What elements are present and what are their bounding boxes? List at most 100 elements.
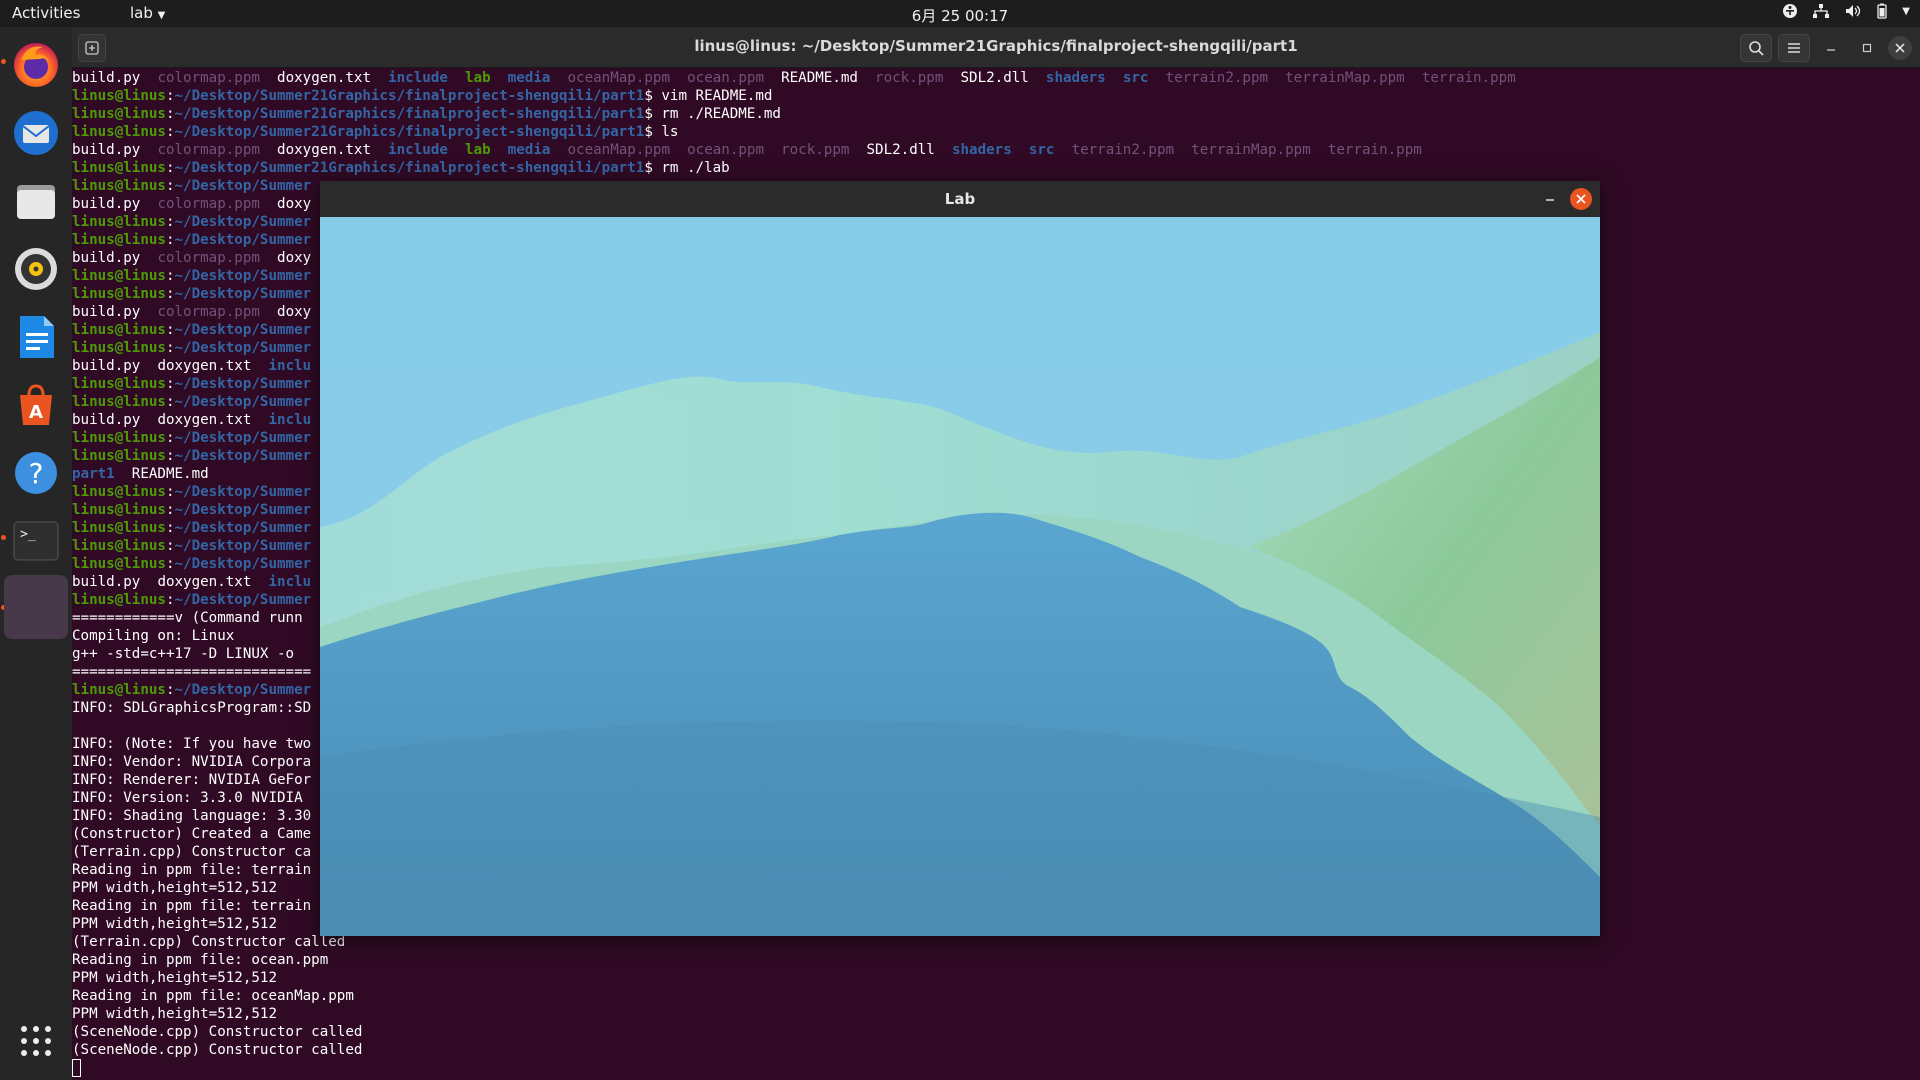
terminal-text: Reading in ppm file: oceanMap.ppm xyxy=(72,988,354,1004)
terrain-render-viewport[interactable] xyxy=(320,217,1600,936)
lab-title-bar[interactable]: Lab xyxy=(320,181,1600,217)
terminal-icon[interactable]: >_ xyxy=(4,509,68,573)
terminal-text: ~/Desktop/Summer xyxy=(174,214,312,230)
menu-button[interactable] xyxy=(1778,34,1810,62)
terminal-header-bar[interactable]: linus@linus: ~/Desktop/Summer21Graphics/… xyxy=(72,27,1920,68)
terminal-text: ~/Desktop/Summer xyxy=(174,502,312,518)
lab-window[interactable]: Lab xyxy=(320,181,1600,936)
terminal-text: linus@linus xyxy=(72,286,166,302)
terminal-text: (Terrain.cpp) Constructor ca xyxy=(72,844,312,860)
terminal-line: INFO: SDLGraphicsProgram::SD xyxy=(72,699,311,717)
terminal-text: src xyxy=(1028,142,1055,158)
terminal-line: linus@linus:~/Desktop/Summer xyxy=(72,231,311,249)
thunderbird-icon[interactable] xyxy=(4,101,68,165)
terminal-text: ~/Desktop/Summer21Graphics/finalproject-… xyxy=(174,88,645,104)
search-button[interactable] xyxy=(1740,34,1772,62)
minimize-button[interactable] xyxy=(1816,35,1846,61)
close-icon xyxy=(1895,43,1905,53)
terminal-text: rock.ppm xyxy=(781,142,850,158)
terminal-text: shaders xyxy=(951,142,1012,158)
writer-icon[interactable] xyxy=(4,305,68,369)
terminal-line: INFO: Renderer: NVIDIA GeFor xyxy=(72,771,311,789)
terminal-line: linus@linus:~/Desktop/Summer xyxy=(72,429,311,447)
terminal-text: INFO: (Note: If you have two xyxy=(72,736,312,752)
files-icon[interactable] xyxy=(4,169,68,233)
terminal-text: linus@linus xyxy=(72,556,166,572)
close-button[interactable] xyxy=(1888,36,1912,60)
activities-button[interactable]: Activities xyxy=(12,4,80,22)
terminal-text: (SceneNode.cpp) Constructor called xyxy=(72,1042,363,1058)
terminal-line: build.py colormap.ppm doxy xyxy=(72,249,311,267)
terminal-line: (SceneNode.cpp) Constructor called xyxy=(72,1041,362,1059)
terminal-text: README.md xyxy=(114,466,209,482)
terminal-text: ~/Desktop/Summer xyxy=(174,592,312,608)
hamburger-icon xyxy=(1788,43,1800,53)
terminal-text: : xyxy=(165,520,175,536)
terminal-text: $ rm ./README.md xyxy=(644,106,781,122)
system-tray[interactable]: ▼ xyxy=(1782,3,1910,19)
terminal-line: Reading in ppm file: ocean.ppm xyxy=(72,951,328,969)
terminal-text: (Terrain.cpp) Constructor called xyxy=(72,934,346,950)
terminal-text: inclu xyxy=(268,412,312,428)
terminal-text: build.py xyxy=(72,142,141,158)
terminal-text: linus@linus xyxy=(72,394,166,410)
terminal-text: colormap.ppm xyxy=(157,250,260,266)
show-applications-icon[interactable] xyxy=(4,1009,68,1073)
terminal-text: INFO: Vendor: NVIDIA Corpora xyxy=(72,754,312,770)
terminal-text: ~/Desktop/Summer xyxy=(174,322,312,338)
terminal-text: ============v (Command runn xyxy=(72,610,303,626)
terminal-text: ~/Desktop/Summer xyxy=(174,556,312,572)
terminal-text: g++ -std=c++17 -D LINUX -o xyxy=(72,646,303,662)
terminal-text: $ rm ./lab xyxy=(644,160,730,176)
terminal-line: linus@linus:~/Desktop/Summer xyxy=(72,591,311,609)
terminal-line: build.py colormap.ppm doxygen.txt includ… xyxy=(72,69,1516,87)
terminal-text: README.md xyxy=(781,70,858,86)
volume-icon[interactable] xyxy=(1844,3,1862,19)
lab-close-button[interactable] xyxy=(1570,188,1592,210)
lab-minimize-button[interactable] xyxy=(1544,189,1556,208)
terminal-text: linus@linus xyxy=(72,178,166,194)
maximize-button[interactable] xyxy=(1852,35,1882,61)
app-menu[interactable]: lab ▼ xyxy=(130,4,165,22)
firefox-icon[interactable] xyxy=(4,33,68,97)
terminal-text: colormap.ppm xyxy=(157,304,260,320)
terminal-line: build.py colormap.ppm doxy xyxy=(72,195,311,213)
terminal-text: oceanMap.ppm xyxy=(567,142,671,158)
terminal-line: Reading in ppm file: terrain xyxy=(72,861,311,879)
search-icon xyxy=(1749,41,1764,56)
system-menu-chevron-icon[interactable]: ▼ xyxy=(1902,6,1910,17)
terminal-line: linus@linus:~/Desktop/Summer xyxy=(72,483,311,501)
terminal-text: ~/Desktop/Summer xyxy=(174,430,312,446)
top-bar: Activities lab ▼ 6月 25 00:17 ▼ xyxy=(0,0,1920,27)
clock[interactable]: 6月 25 00:17 xyxy=(912,7,1008,25)
terminal-text: SDL2.dll xyxy=(960,70,1029,86)
terminal-line: INFO: Version: 3.3.0 NVIDIA xyxy=(72,789,311,807)
accessibility-icon[interactable] xyxy=(1782,3,1798,19)
help-icon[interactable]: ? xyxy=(4,441,68,505)
network-icon[interactable] xyxy=(1812,3,1830,19)
rhythmbox-icon[interactable] xyxy=(4,237,68,301)
terminal-text: linus@linus xyxy=(72,268,166,284)
terminal-line: (Terrain.cpp) Constructor called xyxy=(72,933,345,951)
lab-app-icon[interactable] xyxy=(4,575,68,639)
terminal-text: INFO: Shading language: 3.30 xyxy=(72,808,312,824)
software-icon[interactable]: A xyxy=(4,373,68,437)
terminal-text: ocean.ppm xyxy=(687,142,764,158)
terminal-text: build.py xyxy=(72,412,141,428)
minimize-icon xyxy=(1827,49,1835,51)
terminal-text: oceanMap.ppm xyxy=(567,70,671,86)
terminal-text: build.py xyxy=(72,358,141,374)
battery-icon[interactable] xyxy=(1876,3,1888,19)
terminal-text: ~/Desktop/Summer xyxy=(174,178,312,194)
terminal-line: Reading in ppm file: terrain xyxy=(72,897,311,915)
